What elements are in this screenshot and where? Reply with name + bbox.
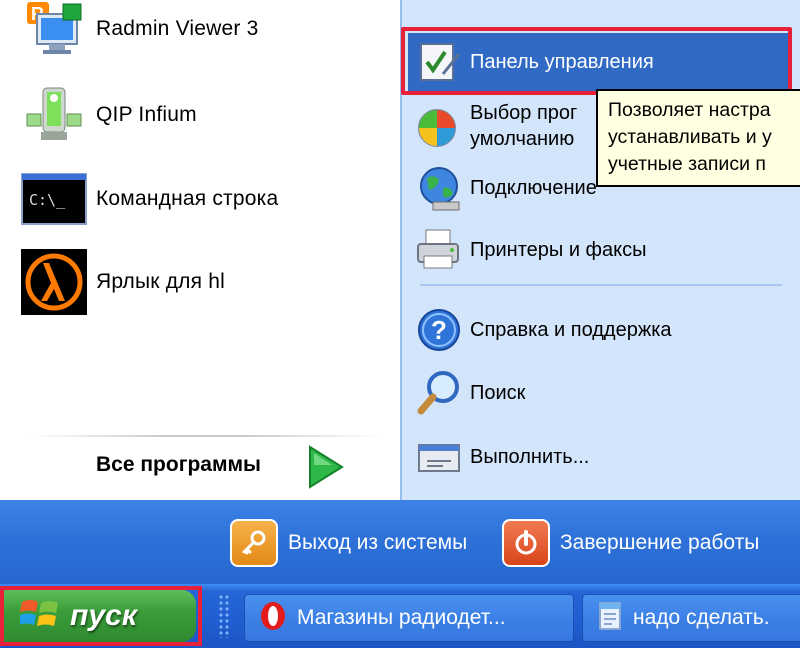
menu-item-label: Принтеры и факсы [470, 239, 647, 261]
run-icon [408, 431, 470, 483]
key-icon [230, 519, 278, 567]
svg-text:?: ? [431, 315, 447, 345]
task-button-notepad[interactable]: надо сделать. [582, 594, 800, 642]
shutdown-button[interactable]: Завершение работы [502, 518, 759, 568]
task-button-opera[interactable]: Магазины радиодет... [244, 594, 574, 642]
start-label: пуск [70, 599, 137, 632]
menu-item-label: Выполнить... [470, 446, 590, 468]
shutdown-label: Завершение работы [560, 531, 760, 554]
task-label: Магазины радиодет... [297, 606, 506, 629]
taskbar-grip[interactable] [218, 594, 230, 638]
menu-item-label: Справка и поддержка [470, 319, 672, 341]
clipped-item-icon [408, 0, 470, 22]
program-label: Radmin Viewer 3 [96, 17, 259, 40]
qip-infium-icon [18, 82, 90, 148]
menu-item-label-line1: Выбор прог [470, 102, 578, 124]
program-label: QIP Infium [96, 103, 197, 126]
divider [420, 284, 782, 286]
all-programs-button[interactable]: Все программы [0, 435, 400, 495]
program-label: Командная строка [96, 187, 279, 210]
logoff-label: Выход из системы [288, 531, 468, 554]
program-half-life[interactable]: Ярлык для hl [18, 247, 388, 317]
tooltip-line2: устанавливать и у [608, 126, 772, 148]
menu-item-control-panel[interactable]: Панель управления [408, 33, 792, 91]
help-icon: ? [408, 304, 470, 356]
clipped-item [408, 0, 792, 6]
green-arrow-icon [306, 445, 346, 489]
program-qip-infium[interactable]: QIP Infium [18, 80, 388, 150]
power-icon [502, 519, 550, 567]
start-button[interactable]: пуск [4, 590, 196, 642]
opera-icon [259, 600, 287, 637]
menu-item-label: Поиск [470, 382, 526, 404]
windows-logo-icon [19, 596, 60, 637]
menu-item-label: Панель управления [470, 51, 654, 73]
task-label: надо сделать. [633, 606, 770, 629]
start-menu-left-pane: R Radmin Viewer 3 QIP Infium [0, 0, 400, 500]
notepad-icon [597, 600, 623, 637]
all-programs-label: Все программы [96, 453, 261, 476]
logoff-button[interactable]: Выход из системы [230, 518, 467, 568]
command-prompt-icon: C:\_ [18, 166, 90, 232]
menu-item-printers-faxes[interactable]: Принтеры и факсы [408, 222, 792, 278]
tooltip-line3: учетные записи п [608, 153, 766, 175]
start-menu-right-pane: Панель управления Выбор прог умолчанию П… [400, 0, 800, 500]
program-label: Ярлык для hl [96, 270, 225, 293]
svg-text:C:\_: C:\_ [29, 191, 66, 209]
default-programs-icon [408, 100, 470, 152]
menu-item-help-support[interactable]: ? Справка и поддержка [408, 302, 792, 358]
printers-icon [408, 224, 470, 276]
radmin-viewer-icon: R [18, 0, 90, 62]
program-command-prompt[interactable]: C:\_ Командная строка [18, 164, 388, 234]
menu-item-search[interactable]: Поиск [408, 364, 792, 422]
menu-item-label-line2: умолчанию [470, 128, 575, 150]
half-life-icon [18, 249, 90, 315]
program-radmin-viewer[interactable]: R Radmin Viewer 3 [18, 0, 388, 64]
start-menu-bottom-bar: Выход из системы Завершение работы [0, 500, 800, 584]
search-icon [408, 367, 470, 419]
network-connections-icon [408, 162, 470, 214]
divider [30, 435, 380, 437]
control-panel-tooltip: Позволяет настра устанавливать и у учетн… [596, 89, 800, 187]
menu-item-label: Подключение [470, 177, 597, 199]
menu-item-run[interactable]: Выполнить... [408, 430, 792, 484]
control-panel-icon [408, 36, 470, 88]
tooltip-line1: Позволяет настра [608, 99, 771, 121]
taskbar: пуск Магазины радиодет... надо сделать. [0, 584, 800, 648]
